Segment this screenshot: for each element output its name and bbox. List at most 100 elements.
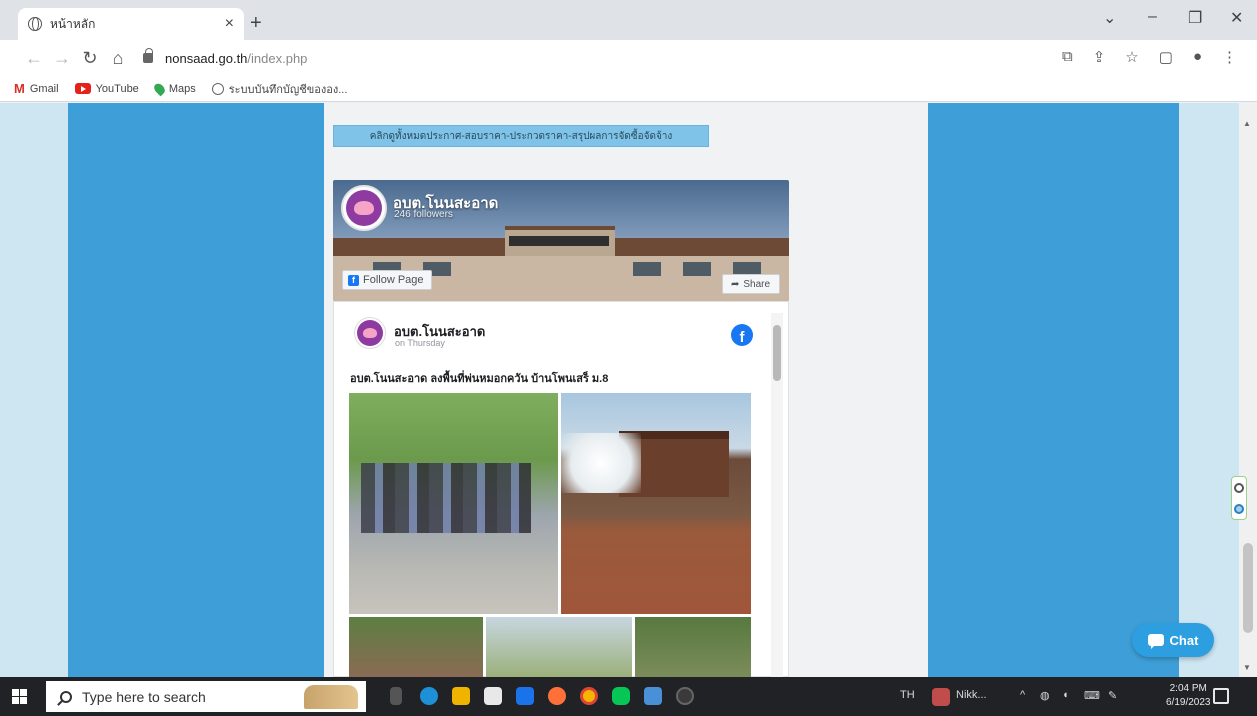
bookmark-accounting[interactable]: ระบบบันทึกบัญชีขององ... (211, 80, 347, 98)
page-scrollbar-thumb[interactable] (1243, 543, 1253, 633)
network-icon[interactable]: ◍ (1040, 689, 1050, 702)
search-highlight-illustration (304, 685, 358, 709)
windows-start-icon[interactable] (12, 689, 27, 704)
chat-button[interactable]: Chat (1132, 623, 1214, 657)
taskbar-app-label[interactable]: Nikk... (956, 689, 987, 701)
cover-window (683, 262, 711, 276)
right-sidebar-column (928, 103, 1179, 677)
clock-date: 6/19/2023 (1166, 697, 1211, 708)
facebook-logo-icon[interactable]: f (731, 324, 753, 346)
follow-page-button[interactable]: f Follow Page (342, 270, 432, 290)
lotus-logo-icon (357, 320, 383, 346)
procurement-notice-link[interactable]: คลิกดูทั้งหมดประกาศ-สอบราคา-ประกวดราคา-ส… (333, 125, 709, 147)
menu-kebab-icon[interactable]: ⋮ (1222, 48, 1237, 66)
home-icon[interactable]: ⌂ (104, 48, 132, 69)
nikkei-app-icon[interactable] (932, 688, 950, 706)
bookmark-maps[interactable]: Maps (151, 81, 196, 96)
share-page-icon[interactable]: ⇪ (1093, 48, 1106, 66)
tab-title: หน้าหลัก (50, 16, 96, 31)
bookmark-gmail[interactable]: M Gmail (14, 81, 59, 96)
globe-icon (211, 82, 224, 95)
share-arrow-icon: ➦ (731, 278, 740, 290)
scroll-down-arrow-icon[interactable]: ▼ (1243, 663, 1251, 672)
cover-window (633, 262, 661, 276)
restore-icon[interactable]: ❐ (1188, 8, 1202, 28)
search-icon (60, 690, 72, 703)
tray-overflow-chevron-icon[interactable]: ^ (1020, 689, 1025, 701)
accessibility-icon[interactable] (1234, 503, 1244, 514)
close-window-icon[interactable]: ✕ (1230, 8, 1243, 28)
bookmark-youtube[interactable]: YouTube (74, 82, 139, 95)
bookmark-label: Maps (168, 82, 196, 95)
side-panel-icon[interactable]: ▢ (1159, 48, 1173, 66)
page-margin-right (1179, 103, 1239, 677)
reload-icon[interactable]: ↻ (76, 48, 104, 69)
windows-taskbar: Type here to search TH Nikk... ^ ◍ ◖ ⌨ ✎… (0, 677, 1257, 716)
task-view-icon[interactable] (390, 687, 402, 705)
firefox-icon[interactable] (548, 687, 566, 705)
web-page: ▲ ▼ คลิกดูทั้งหมดประกาศ-สอบราคา-ประกวดรา… (0, 103, 1257, 677)
post-feed-scrollbar-thumb[interactable] (773, 325, 781, 381)
address-bar[interactable]: nonsaad.go.th /index.php (143, 44, 1043, 72)
app-icon[interactable] (644, 687, 662, 705)
page-margin-left (0, 103, 68, 677)
post-feed-scrollbar[interactable] (771, 313, 783, 677)
edge-icon[interactable] (420, 687, 438, 705)
pen-icon[interactable]: ✎ (1108, 689, 1117, 702)
lock-icon (143, 48, 153, 63)
chrome-icon[interactable] (580, 687, 598, 705)
back-icon[interactable]: ← (20, 48, 48, 69)
file-explorer-icon[interactable] (452, 687, 470, 705)
minimize-icon[interactable]: – (1148, 8, 1157, 26)
post-photo-house-fogging[interactable] (561, 393, 751, 614)
page-logo-avatar[interactable] (341, 185, 387, 231)
tab-search-chevron-icon[interactable]: ⌄ (1103, 8, 1116, 28)
post-date[interactable]: on Thursday (395, 338, 445, 348)
input-language[interactable]: TH (900, 689, 915, 701)
photo-people (361, 463, 531, 533)
clock-time: 2:04 PM (1169, 683, 1207, 694)
photo-smoke (561, 433, 641, 493)
follow-page-label: Follow Page (363, 274, 424, 286)
page-scrollbar[interactable]: ▲ ▼ (1239, 103, 1257, 677)
profile-icon[interactable]: ● (1193, 48, 1202, 66)
post-photo-thumb[interactable] (486, 617, 632, 677)
accessibility-widget[interactable] (1231, 476, 1247, 520)
share-button[interactable]: ➦ Share (722, 274, 780, 294)
forward-icon[interactable]: → (48, 48, 76, 69)
scroll-up-arrow-icon[interactable]: ▲ (1243, 119, 1251, 128)
taskbar-clock[interactable]: 2:04 PM 6/19/2023 (1166, 682, 1211, 710)
post-photo-group[interactable] (349, 393, 558, 614)
new-tab-icon[interactable]: + (250, 12, 262, 35)
post-author-avatar[interactable] (354, 317, 386, 349)
globe-icon (28, 17, 42, 31)
post-photo-thumb[interactable] (349, 617, 483, 677)
gmail-icon: M (14, 81, 25, 96)
youtube-icon (74, 83, 91, 94)
lotus-logo-icon (346, 190, 382, 226)
bookmark-label: YouTube (95, 82, 139, 95)
chat-label: Chat (1169, 632, 1199, 648)
fb-followers-count: 246 followers (394, 209, 453, 220)
volume-icon[interactable]: ◖ (1062, 689, 1069, 701)
close-tab-icon[interactable]: × (225, 15, 234, 33)
post-text: อบต.โนนสะอาด ลงพื้นที่พ่นหมอกควัน บ้านโพ… (350, 373, 609, 385)
keyboard-icon[interactable]: ⌨ (1084, 689, 1100, 702)
browser-tab-home[interactable]: หน้าหลัก × (18, 8, 244, 40)
bookmark-star-icon[interactable]: ☆ (1125, 48, 1138, 66)
taskbar-search-box[interactable]: Type here to search (46, 681, 366, 712)
store-icon[interactable] (484, 687, 502, 705)
left-sidebar-column (68, 103, 324, 677)
cover-signboard (509, 236, 609, 246)
post-photo-thumb[interactable] (635, 617, 751, 677)
notification-center-icon[interactable] (1213, 688, 1229, 704)
close-widget-icon[interactable] (1234, 482, 1244, 493)
taskbar-search-placeholder: Type here to search (82, 688, 206, 705)
chat-bubble-icon (1147, 634, 1164, 649)
share-label: Share (743, 278, 771, 290)
translate-icon[interactable]: ⧉ (1062, 48, 1073, 66)
url-path: /index.php (247, 50, 308, 66)
app-icon[interactable] (676, 687, 694, 705)
mail-icon[interactable] (516, 687, 534, 705)
line-icon[interactable] (612, 687, 630, 705)
